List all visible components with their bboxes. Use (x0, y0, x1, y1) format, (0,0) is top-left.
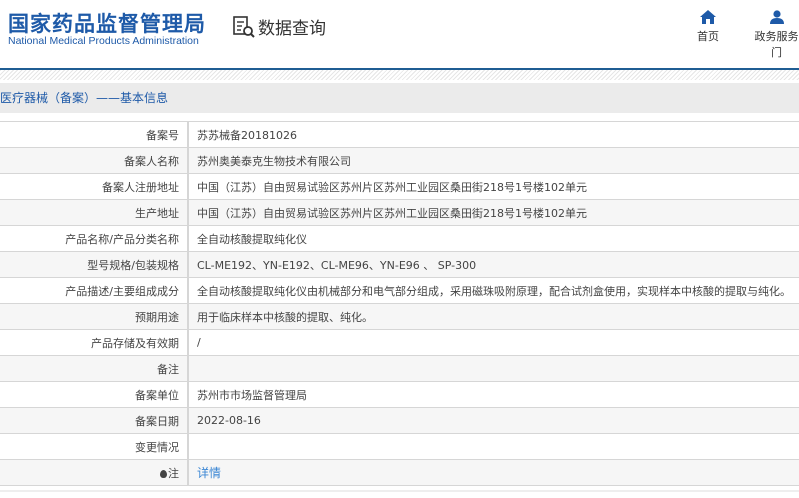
row-label-text: 备案日期 (135, 414, 179, 428)
row-label-text: 变更情况 (135, 440, 179, 454)
row-value: 全自动核酸提取纯化仪由机械部分和电气部分组成，采用磁珠吸附原理，配合试剂盒使用，… (188, 277, 799, 304)
data-query-title: 数据查询 (232, 14, 326, 39)
row-value: 用于临床样本中核酸的提取、纯化。 (188, 303, 799, 330)
row-label-text: 注 (168, 466, 179, 480)
row-value-text: / (197, 336, 201, 349)
row-label-text: 产品存储及有效期 (91, 336, 179, 350)
row-value: 苏州市市场监督管理局 (188, 381, 799, 408)
table-row: 备案人注册地址 中国（江苏）自由贸易试验区苏州片区苏州工业园区桑田街218号1号楼… (0, 173, 799, 200)
row-label: 预期用途 (0, 303, 189, 330)
nav-services-label: 政务服务门 (754, 30, 799, 59)
row-label: 产品名称/产品分类名称 (0, 225, 189, 252)
row-value: 苏苏械备20181026 (188, 121, 799, 148)
row-value: / (188, 329, 799, 356)
row-value: CL-ME192、YN-E192、CL-ME96、YN-E96 、 SP-300 (188, 251, 799, 278)
bottom-divider (0, 490, 799, 492)
row-label: 备案日期 (0, 407, 189, 434)
row-label: 备案人名称 (0, 147, 189, 174)
home-icon (700, 10, 716, 24)
row-value-text: 用于临床样本中核酸的提取、纯化。 (197, 310, 373, 324)
row-value (188, 355, 799, 382)
nav-home-label: 首页 (697, 30, 719, 43)
table-row: 产品名称/产品分类名称 全自动核酸提取纯化仪 (0, 225, 799, 252)
row-label: 产品描述/主要组成成分 (0, 277, 189, 304)
user-icon (769, 10, 784, 24)
striped-band (0, 70, 799, 80)
table-row: 备注 (0, 355, 799, 382)
query-title-text: 数据查询 (258, 19, 326, 39)
row-label-text: 备案号 (146, 128, 179, 142)
row-label-text: 预期用途 (135, 310, 179, 324)
row-label: 备注 (0, 355, 189, 382)
row-value-text: 苏苏械备20181026 (197, 128, 297, 142)
row-value: 中国（江苏）自由贸易试验区苏州片区苏州工业园区桑田街218号1号楼102单元 (188, 199, 799, 226)
logo-subtitle: National Medical Products Administration (8, 35, 199, 47)
nav-government-services[interactable]: 政务服务门 (754, 10, 799, 60)
row-label: 型号规格/包装规格 (0, 251, 189, 278)
document-search-icon (233, 15, 255, 38)
row-label-text: 生产地址 (135, 206, 179, 220)
row-label-text: 备案单位 (135, 388, 179, 402)
row-label: 备案人注册地址 (0, 173, 189, 200)
row-value: 苏州奥美泰克生物技术有限公司 (188, 147, 799, 174)
row-label: 变更情况 (0, 433, 189, 460)
row-label-text: 备注 (157, 362, 179, 376)
table-row: 变更情况 (0, 433, 799, 460)
row-value: 详情 (188, 459, 799, 486)
details-link[interactable]: 详情 (197, 466, 221, 480)
row-label: 注 (0, 459, 189, 486)
pin-icon (160, 469, 167, 478)
table-row: 备案号 苏苏械备20181026 (0, 121, 799, 148)
row-label-text: 备案人名称 (124, 154, 179, 168)
table-row: 生产地址 中国（江苏）自由贸易试验区苏州片区苏州工业园区桑田街218号1号楼102… (0, 199, 799, 226)
info-table: 备案号 苏苏械备20181026 备案人名称 苏州奥美泰克生物技术有限公司备案人注册地… (0, 121, 799, 486)
row-value-text: 全自动核酸提取纯化仪由机械部分和电气部分组成，采用磁珠吸附原理，配合试剂盒使用，… (197, 284, 791, 298)
row-value (188, 433, 799, 460)
site-header: 国家药品监督管理局 National Medical Products Admi… (0, 0, 799, 69)
table-row: 备案人名称 苏州奥美泰克生物技术有限公司 (0, 147, 799, 174)
row-value: 2022-08-16 (188, 407, 799, 434)
row-label: 备案单位 (0, 381, 189, 408)
row-label: 产品存储及有效期 (0, 329, 189, 356)
nav-home[interactable]: 首页 (697, 10, 719, 44)
table-row: 产品描述/主要组成成分 全自动核酸提取纯化仪由机械部分和电气部分组成，采用磁珠吸附… (0, 277, 799, 304)
table-row: 备案日期 2022-08-16 (0, 407, 799, 434)
row-label-text: 产品描述/主要组成成分 (65, 284, 179, 298)
row-value-text: 苏州市市场监督管理局 (197, 388, 307, 402)
table-row: 型号规格/包装规格 CL-ME192、YN-E192、CL-ME96、YN-E96… (0, 251, 799, 278)
logo-title[interactable]: 国家药品监督管理局 (8, 8, 206, 38)
row-value-text: 苏州奥美泰克生物技术有限公司 (197, 154, 351, 168)
table-row: 注 详情 (0, 459, 799, 486)
row-label-text: 备案人注册地址 (102, 180, 179, 194)
row-label-text: 型号规格/包装规格 (87, 258, 179, 272)
row-value-text: CL-ME192、YN-E192、CL-ME96、YN-E96 、 SP-300 (197, 258, 477, 272)
row-label: 生产地址 (0, 199, 189, 226)
row-value-text: 2022-08-16 (197, 414, 261, 427)
table-row: 预期用途 用于临床样本中核酸的提取、纯化。 (0, 303, 799, 330)
row-value-text: 中国（江苏）自由贸易试验区苏州片区苏州工业园区桑田街218号1号楼102单元 (197, 180, 587, 194)
table-row: 备案单位 苏州市市场监督管理局 (0, 381, 799, 408)
row-value: 中国（江苏）自由贸易试验区苏州片区苏州工业园区桑田街218号1号楼102单元 (188, 173, 799, 200)
row-label: 备案号 (0, 121, 189, 148)
breadcrumb: 医疗器械（备案）——基本信息 (0, 83, 799, 113)
row-value-text: 中国（江苏）自由贸易试验区苏州片区苏州工业园区桑田街218号1号楼102单元 (197, 206, 587, 220)
row-label-text: 产品名称/产品分类名称 (65, 232, 179, 246)
table-row: 产品存储及有效期 / (0, 329, 799, 356)
row-value: 全自动核酸提取纯化仪 (188, 225, 799, 252)
row-value-text: 全自动核酸提取纯化仪 (197, 232, 307, 246)
